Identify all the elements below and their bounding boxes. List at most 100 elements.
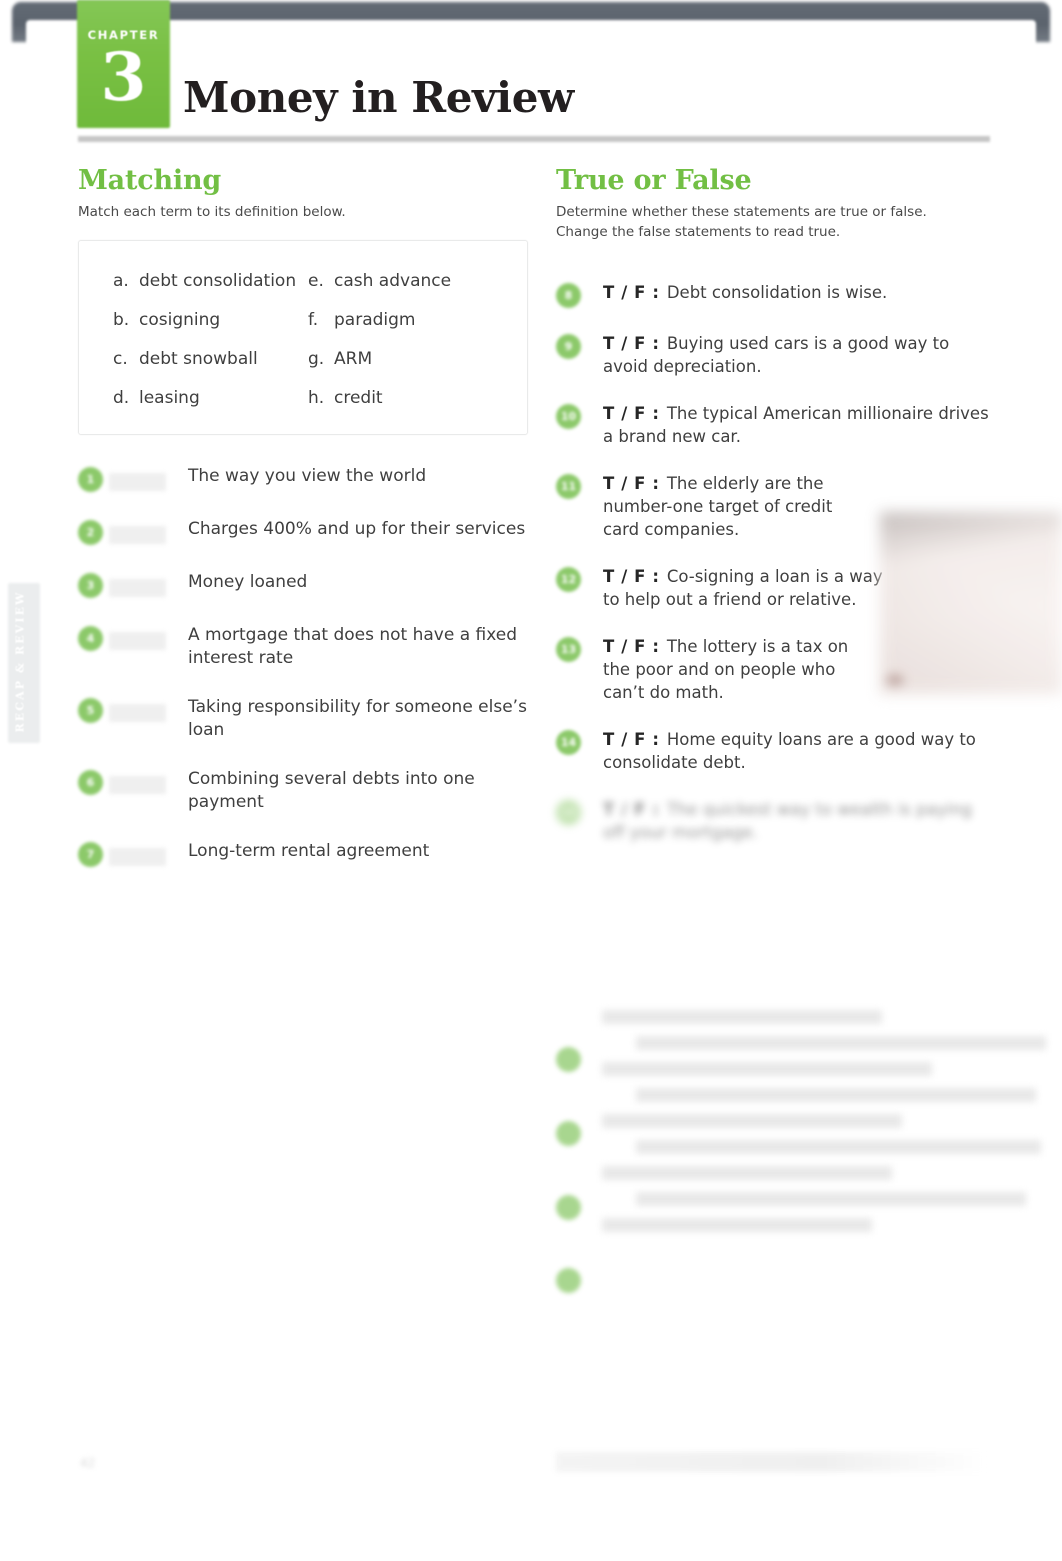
question-number-badge: 7 bbox=[78, 842, 103, 867]
true-false-item: 10 T / F : The typical American millionai… bbox=[556, 402, 996, 448]
term-letter: h. bbox=[308, 388, 325, 408]
term-label: cash advance bbox=[334, 271, 452, 291]
matching-item-text: Charges 400% and up for their services bbox=[188, 519, 526, 539]
matching-item: 1 The way you view the world bbox=[78, 465, 528, 492]
obscured-text-line bbox=[602, 1010, 882, 1024]
true-false-toggle[interactable]: T / F : bbox=[603, 283, 660, 302]
term-letter: c. bbox=[113, 349, 128, 369]
true-false-item: 14 T / F : Home equity loans are a good w… bbox=[556, 728, 996, 774]
question-number-badge: 11 bbox=[556, 474, 581, 499]
term-entry: c. debt snowball bbox=[113, 349, 308, 369]
page-number: 42 bbox=[80, 1456, 96, 1470]
term-entry: e. cash advance bbox=[308, 271, 493, 291]
true-false-toggle[interactable]: T / F : bbox=[603, 800, 660, 819]
term-letter: b. bbox=[113, 310, 130, 330]
true-false-item-body: T / F : The lottery is a tax on the poor… bbox=[603, 635, 863, 704]
true-false-statement: Debt consolidation is wise. bbox=[661, 283, 888, 302]
obscured-text-line bbox=[602, 1114, 902, 1128]
answer-blank[interactable] bbox=[109, 848, 166, 866]
term-letter: d. bbox=[113, 388, 130, 408]
term-entry: b. cosigning bbox=[113, 310, 308, 330]
obscured-text-line bbox=[602, 1218, 872, 1232]
question-number-badge: 10 bbox=[556, 404, 581, 429]
term-letter: e. bbox=[308, 271, 324, 291]
true-false-item-body: T / F : The quickest way to wealth is pa… bbox=[603, 798, 996, 844]
question-number-badge bbox=[556, 1268, 581, 1294]
question-number-badge: 1 bbox=[78, 467, 103, 492]
true-false-toggle[interactable]: T / F : bbox=[603, 637, 660, 656]
matching-item-text: Long-term rental agreement bbox=[188, 841, 430, 861]
answer-blank[interactable] bbox=[109, 473, 166, 491]
question-number-badge bbox=[556, 1120, 581, 1146]
matching-item-text: A mortgage that does not have a fixed in… bbox=[188, 625, 518, 668]
question-number-badge: 13 bbox=[556, 637, 581, 662]
chapter-number: 3 bbox=[100, 38, 147, 116]
decorative-photo bbox=[880, 512, 1062, 694]
terms-box: a. debt consolidation e. cash advance b. cosi… bbox=[78, 240, 528, 435]
question-number-badge: 14 bbox=[556, 730, 581, 755]
question-number-badge: 9 bbox=[556, 334, 581, 359]
question-number-badge bbox=[556, 1194, 581, 1220]
true-false-item-body: T / F : Debt consolidation is wise. bbox=[603, 281, 887, 304]
footer-note bbox=[556, 1452, 986, 1472]
obscured-text-line bbox=[636, 1036, 1046, 1050]
true-false-toggle[interactable]: T / F : bbox=[603, 334, 660, 353]
term-letter: g. bbox=[308, 349, 325, 369]
question-number-badge: 3 bbox=[78, 573, 103, 598]
obscured-text-line bbox=[602, 1166, 892, 1180]
obscured-text-line bbox=[636, 1140, 1041, 1154]
matching-item-text: Taking responsibility for someone else’s… bbox=[188, 697, 527, 740]
term-entry: a. debt consolidation bbox=[113, 271, 308, 291]
term-letter: f. bbox=[308, 310, 319, 330]
true-false-toggle[interactable]: T / F : bbox=[603, 730, 660, 749]
term-label: credit bbox=[334, 388, 383, 408]
matching-section: Matching Match each term to its definiti… bbox=[78, 165, 528, 893]
true-false-item-body: T / F : Home equity loans are a good way… bbox=[603, 728, 996, 774]
true-false-item: 9 T / F : Buying used cars is a good way … bbox=[556, 332, 996, 378]
obscured-text-line bbox=[636, 1088, 1036, 1102]
true-false-item-body: T / F : The typical American millionaire… bbox=[603, 402, 996, 448]
true-false-toggle[interactable]: T / F : bbox=[603, 567, 660, 586]
matching-instruction: Match each term to its definition below. bbox=[78, 204, 346, 220]
term-entry: g. ARM bbox=[308, 349, 493, 369]
question-number-badge: 4 bbox=[78, 626, 103, 651]
true-false-item: 15 T / F : The quickest way to wealth is … bbox=[556, 798, 996, 844]
matching-item-text: The way you view the world bbox=[188, 466, 427, 486]
term-entry: d. leasing bbox=[113, 388, 308, 408]
true-false-item-body: T / F : The elderly are the number-one t… bbox=[603, 472, 863, 541]
decorative-photo-highlight bbox=[886, 674, 904, 686]
page-title: Money in Review bbox=[183, 73, 574, 122]
matching-item: 2 Charges 400% and up for their services bbox=[78, 518, 528, 545]
matching-item: 6 Combining several debts into one paymen… bbox=[78, 768, 528, 814]
true-false-item-body: T / F : Co-signing a loan is a way to he… bbox=[603, 565, 903, 611]
matching-heading: Matching bbox=[78, 165, 222, 196]
term-entry: f. paradigm bbox=[308, 310, 493, 330]
question-number-badge: 12 bbox=[556, 567, 581, 592]
matching-question-list: 1 The way you view the world 2 Charges 400%… bbox=[78, 465, 528, 867]
matching-item: 5 Taking responsibility for someone else’… bbox=[78, 696, 528, 742]
matching-item: 3 Money loaned bbox=[78, 571, 528, 598]
answer-blank[interactable] bbox=[109, 526, 166, 544]
answer-blank[interactable] bbox=[109, 704, 166, 722]
true-false-item: 8 T / F : Debt consolidation is wise. bbox=[556, 281, 996, 308]
answer-blank[interactable] bbox=[109, 579, 166, 597]
term-label: debt consolidation bbox=[139, 271, 297, 291]
true-false-heading: True or False bbox=[556, 165, 752, 196]
term-letter: a. bbox=[113, 271, 129, 291]
true-false-statement: The typical American millionaire drives … bbox=[603, 404, 989, 446]
true-false-toggle[interactable]: T / F : bbox=[603, 474, 660, 493]
answer-blank[interactable] bbox=[109, 776, 166, 794]
answer-blank[interactable] bbox=[109, 632, 166, 650]
title-divider bbox=[78, 136, 990, 142]
term-label: debt snowball bbox=[139, 349, 258, 369]
side-tab-label: RECAP & REVIEW bbox=[13, 590, 27, 733]
true-false-instruction-line1: Determine whether these statements are t… bbox=[556, 204, 927, 220]
question-number-badge: 15 bbox=[556, 800, 581, 825]
question-number-badge: 8 bbox=[556, 283, 581, 308]
term-label: paradigm bbox=[334, 310, 416, 330]
question-number-badge: 6 bbox=[78, 770, 103, 795]
term-label: ARM bbox=[334, 349, 373, 369]
matching-item-text: Money loaned bbox=[188, 572, 308, 592]
term-entry: h. credit bbox=[308, 388, 493, 408]
true-false-toggle[interactable]: T / F : bbox=[603, 404, 660, 423]
